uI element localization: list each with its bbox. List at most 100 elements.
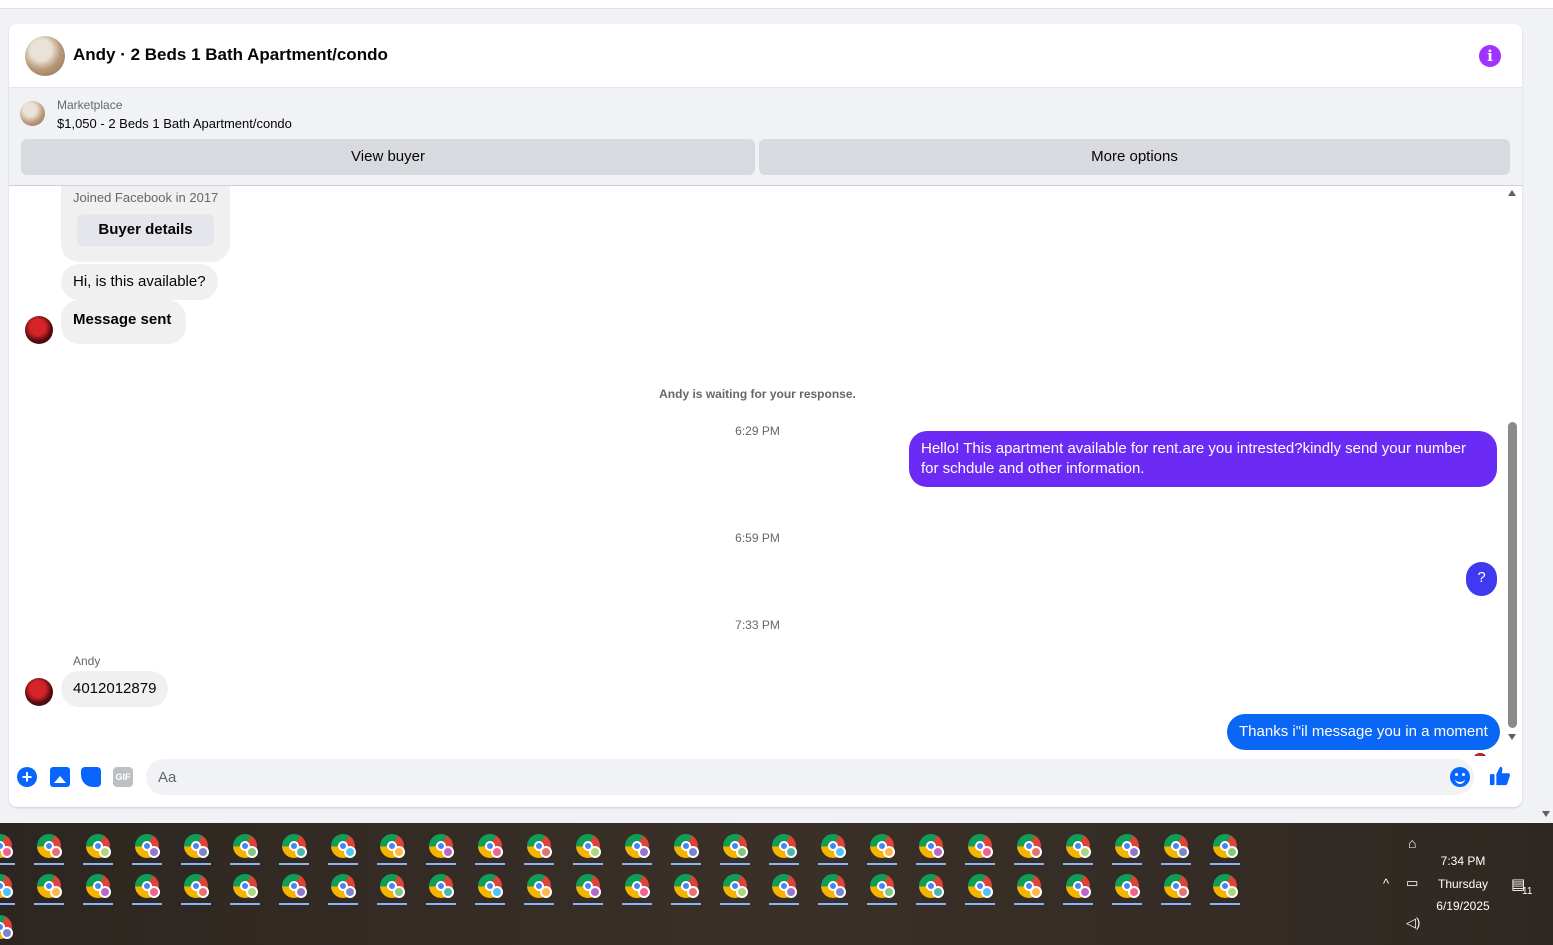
- sticker-icon[interactable]: [81, 767, 101, 787]
- scrollbar-thumb[interactable]: [1508, 422, 1517, 728]
- chrome-profile-icon[interactable]: [1112, 871, 1142, 905]
- clock-day[interactable]: Thursday: [1430, 877, 1496, 891]
- chrome-profile-icon[interactable]: [230, 871, 260, 905]
- chrome-profile-icon[interactable]: [622, 871, 652, 905]
- chrome-profile-icon[interactable]: [1014, 831, 1044, 865]
- emoji-icon[interactable]: [1450, 767, 1470, 787]
- chrome-profile-icon[interactable]: [1063, 871, 1093, 905]
- chrome-profile-icon[interactable]: [1161, 831, 1191, 865]
- chrome-profile-icon[interactable]: [0, 912, 15, 942]
- buyer-info-card: Joined Facebook in 2017 Buyer details: [61, 186, 230, 262]
- gif-icon[interactable]: GIF: [113, 767, 133, 787]
- chrome-profile-icon[interactable]: [132, 871, 162, 905]
- like-icon[interactable]: [1489, 765, 1511, 787]
- message-list[interactable]: Joined Facebook in 2017 Buyer details Hi…: [9, 186, 1522, 756]
- chevron-up-icon[interactable]: ^: [1383, 876, 1389, 891]
- chrome-profile-icon[interactable]: [965, 871, 995, 905]
- message-bubble[interactable]: Thanks i"il message you in a moment: [1227, 714, 1500, 750]
- meet-now-icon[interactable]: ⌂: [1408, 835, 1416, 851]
- listing-thumbnail[interactable]: [20, 101, 45, 126]
- chrome-profile-icon[interactable]: [132, 831, 162, 865]
- chrome-profile-icon[interactable]: [377, 831, 407, 865]
- listing-title[interactable]: $1,050 - 2 Beds 1 Bath Apartment/condo: [57, 116, 292, 131]
- sender-name: Andy: [73, 654, 101, 668]
- browser-top-strip: [0, 0, 1553, 9]
- chrome-profile-icon[interactable]: [671, 871, 701, 905]
- chrome-profile-icon[interactable]: [769, 871, 799, 905]
- chrome-profile-icon[interactable]: [426, 871, 456, 905]
- message-bubble[interactable]: Message sent: [61, 300, 187, 344]
- chrome-profile-icon[interactable]: [475, 871, 505, 905]
- listing-source: Marketplace: [57, 98, 123, 112]
- chrome-profile-icon[interactable]: [818, 871, 848, 905]
- chrome-profile-icon[interactable]: [181, 871, 211, 905]
- chrome-profile-icon[interactable]: [769, 831, 799, 865]
- timestamp: 7:33 PM: [735, 618, 780, 632]
- chrome-profile-icon[interactable]: [1161, 871, 1191, 905]
- message-bubble[interactable]: ?: [1466, 562, 1497, 596]
- chrome-profile-icon[interactable]: [720, 871, 750, 905]
- chrome-profile-icon[interactable]: [279, 831, 309, 865]
- avatar[interactable]: [25, 316, 53, 344]
- scroll-down-arrow-icon[interactable]: [1508, 734, 1516, 740]
- chrome-profile-icon[interactable]: [573, 871, 603, 905]
- plus-icon[interactable]: +: [17, 767, 37, 787]
- chrome-profile-icon[interactable]: [1063, 831, 1093, 865]
- message-bubble[interactable]: Hello! This apartment available for rent…: [909, 431, 1497, 487]
- chrome-profile-icon[interactable]: [1014, 871, 1044, 905]
- chrome-profile-icon[interactable]: [720, 831, 750, 865]
- chrome-profile-icon[interactable]: [181, 831, 211, 865]
- buyer-joined-text: Joined Facebook in 2017: [73, 190, 219, 205]
- chrome-profile-icon[interactable]: [279, 871, 309, 905]
- taskbar-app-icons: [0, 823, 1260, 945]
- chrome-profile-icon[interactable]: [1210, 871, 1240, 905]
- more-options-button[interactable]: More options: [759, 139, 1510, 175]
- chrome-profile-icon[interactable]: [524, 871, 554, 905]
- message-bubble[interactable]: Hi, is this available?: [61, 264, 218, 300]
- view-buyer-button[interactable]: View buyer: [21, 139, 755, 175]
- chrome-profile-icon[interactable]: [916, 831, 946, 865]
- chrome-profile-icon[interactable]: [622, 831, 652, 865]
- chrome-profile-icon[interactable]: [0, 871, 15, 905]
- timestamp: 6:59 PM: [735, 531, 780, 545]
- chrome-profile-icon[interactable]: [83, 871, 113, 905]
- chrome-profile-icon[interactable]: [1112, 831, 1142, 865]
- chrome-profile-icon[interactable]: [475, 831, 505, 865]
- chrome-profile-icon[interactable]: [867, 831, 897, 865]
- chrome-profile-icon[interactable]: [83, 831, 113, 865]
- chrome-profile-icon[interactable]: [818, 831, 848, 865]
- photo-icon[interactable]: [50, 767, 70, 787]
- message-composer: + GIF: [9, 756, 1522, 807]
- clock-time[interactable]: 7:34 PM: [1430, 854, 1496, 868]
- network-icon[interactable]: ▭: [1406, 875, 1418, 891]
- clock-date[interactable]: 6/19/2025: [1430, 899, 1496, 913]
- chrome-profile-icon[interactable]: [328, 871, 358, 905]
- volume-icon[interactable]: ◁): [1406, 915, 1420, 931]
- chrome-profile-icon[interactable]: [573, 831, 603, 865]
- chrome-profile-icon[interactable]: [0, 831, 15, 865]
- chat-title[interactable]: Andy · 2 Beds 1 Bath Apartment/condo: [73, 45, 388, 65]
- avatar[interactable]: [25, 678, 53, 706]
- buyer-details-button[interactable]: Buyer details: [77, 214, 214, 246]
- page-scroll-down-icon[interactable]: [1542, 811, 1550, 817]
- chrome-profile-icon[interactable]: [377, 871, 407, 905]
- chat-window: Andy · 2 Beds 1 Bath Apartment/condo i M…: [9, 24, 1522, 807]
- chrome-profile-icon[interactable]: [328, 831, 358, 865]
- chrome-profile-icon[interactable]: [230, 831, 260, 865]
- chrome-profile-icon[interactable]: [867, 871, 897, 905]
- chrome-profile-icon[interactable]: [965, 831, 995, 865]
- message-input[interactable]: [146, 759, 1474, 795]
- chrome-profile-icon[interactable]: [916, 871, 946, 905]
- chrome-profile-icon[interactable]: [426, 831, 456, 865]
- chrome-profile-icon[interactable]: [34, 831, 64, 865]
- listing-avatar[interactable]: [25, 36, 65, 76]
- message-bubble[interactable]: 4012012879: [61, 671, 169, 707]
- chrome-profile-icon[interactable]: [524, 831, 554, 865]
- waiting-note: Andy is waiting for your response.: [659, 387, 856, 401]
- chrome-profile-icon[interactable]: [34, 871, 64, 905]
- info-icon[interactable]: i: [1479, 45, 1501, 67]
- message-line: for schdule and other information.: [921, 460, 1145, 477]
- chrome-profile-icon[interactable]: [671, 831, 701, 865]
- scroll-up-arrow-icon[interactable]: [1508, 190, 1516, 196]
- chrome-profile-icon[interactable]: [1210, 831, 1240, 865]
